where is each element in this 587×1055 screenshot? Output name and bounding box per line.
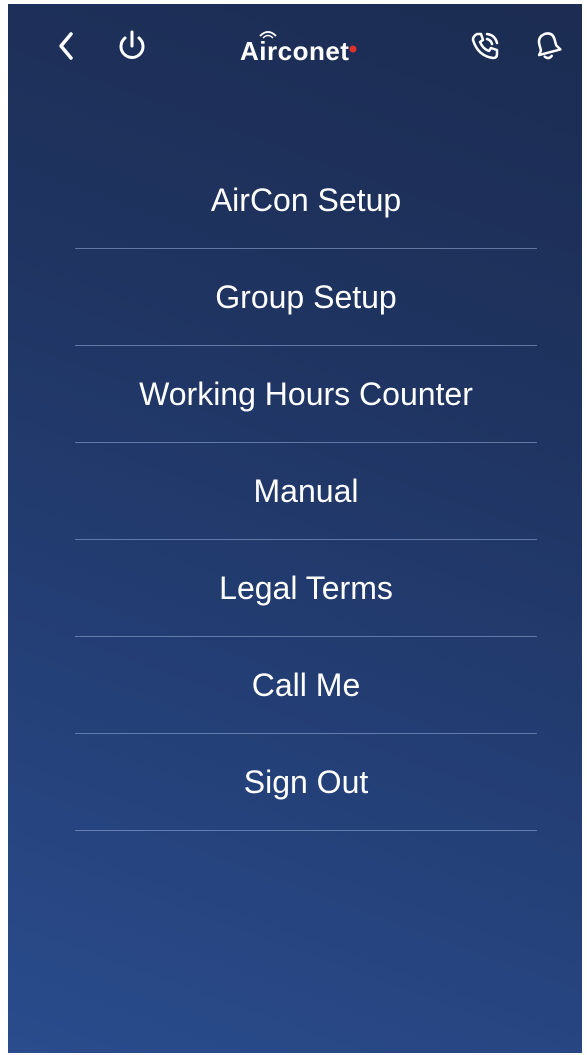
chevron-left-icon[interactable]	[46, 26, 86, 66]
airconet-logo: Airconet	[240, 26, 380, 66]
menu-item-call-me[interactable]: Call Me	[75, 637, 537, 734]
menu-item-label: Call Me	[251, 666, 361, 703]
menu-item-legal-terms[interactable]: Legal Terms	[75, 540, 537, 637]
menu-item-manual[interactable]: Manual	[75, 443, 537, 540]
menu-item-label: Working Hours Counter	[139, 375, 473, 412]
logo-text: Airconet	[240, 36, 349, 66]
phone-call-icon[interactable]	[465, 26, 505, 66]
menu-item-label: Group Setup	[215, 278, 397, 315]
menu-item-sign-out[interactable]: Sign Out	[75, 734, 537, 831]
settings-menu: AirCon Setup Group Setup Working Hours C…	[75, 152, 537, 831]
menu-item-label: Manual	[253, 472, 359, 509]
settings-menu-screen: Airconet AirCon Setup Group Setup Workin…	[8, 4, 582, 1053]
top-bar: Airconet	[8, 4, 582, 94]
menu-item-label: Legal Terms	[219, 569, 393, 606]
menu-item-label: AirCon Setup	[210, 181, 402, 218]
menu-item-working-hours-counter[interactable]: Working Hours Counter	[75, 346, 537, 443]
menu-item-aircon-setup[interactable]: AirCon Setup	[75, 152, 537, 249]
menu-item-group-setup[interactable]: Group Setup	[75, 249, 537, 346]
power-icon[interactable]	[112, 26, 152, 66]
menu-item-label: Sign Out	[243, 763, 369, 800]
bell-icon[interactable]	[526, 26, 566, 66]
